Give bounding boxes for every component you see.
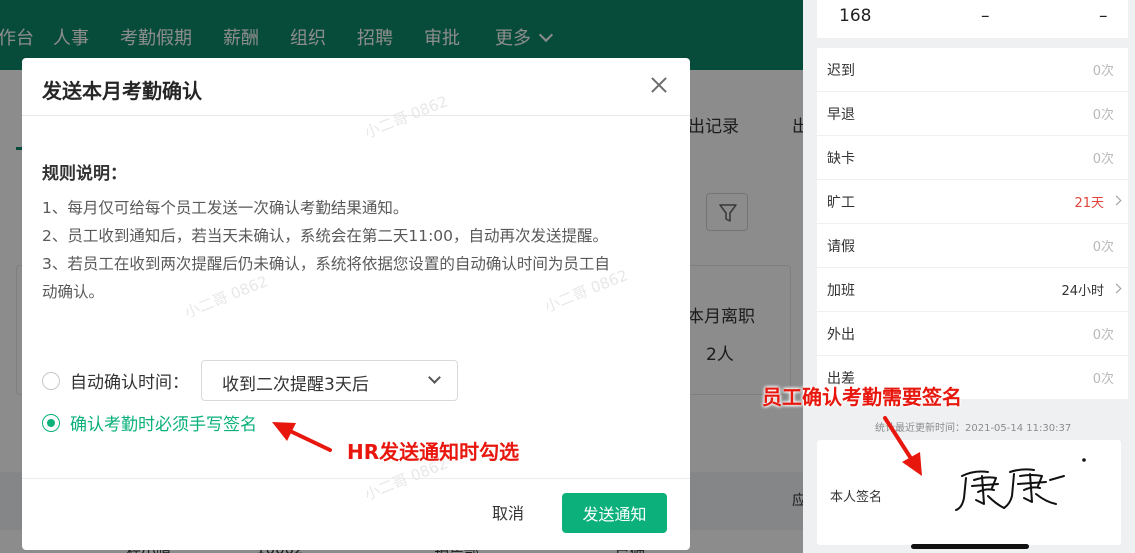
stat-value: – xyxy=(1099,6,1108,26)
rule-text: 1、每月仅可给每个员工发送一次确认考勤结果通知。 xyxy=(42,199,409,217)
list-item-absent[interactable]: 旷工 21天 xyxy=(817,180,1128,224)
auto-confirm-time-value: 收到二次提醒3天后 xyxy=(222,375,369,395)
require-signature-radio[interactable] xyxy=(42,414,60,432)
list-item-missed-punch: 缺卡 0次 xyxy=(817,136,1128,180)
list-item-label: 迟到 xyxy=(827,63,855,79)
close-icon[interactable] xyxy=(646,72,672,98)
chevron-right-icon xyxy=(1111,195,1122,206)
annotation-hr-note: HR发送通知时勾选 xyxy=(347,440,520,464)
mobile-attendance-panel: 168 – – 迟到 0次 早退 0次 缺卡 0次 旷工 21天 请假 0次 加… xyxy=(803,0,1135,553)
list-item-value: 0次 xyxy=(1092,328,1114,343)
auto-confirm-time-select[interactable]: 收到二次提醒3天后 xyxy=(201,360,458,401)
chevron-down-icon xyxy=(428,371,441,384)
list-item-value: 21天 xyxy=(1074,196,1104,211)
auto-confirm-label[interactable]: 自动确认时间： xyxy=(70,368,189,393)
list-item-value: 0次 xyxy=(1092,108,1114,123)
watermark: 小二哥 0862 xyxy=(362,92,451,142)
rule-text: 2、员工收到通知后，若当天未确认，系统会在第二天11:00，自动再次发送提醒。 xyxy=(42,227,609,245)
auto-confirm-radio[interactable] xyxy=(42,372,60,390)
list-item-overtime[interactable]: 加班 24小时 xyxy=(817,268,1128,312)
list-item-late: 迟到 0次 xyxy=(817,48,1128,92)
send-notification-button[interactable]: 发送通知 xyxy=(562,493,667,533)
stats-card: 168 – – xyxy=(817,0,1128,38)
rule-text: 动确认。 xyxy=(42,283,105,301)
stat-value: 168 xyxy=(839,6,872,26)
signature-label: 本人签名 xyxy=(830,490,883,505)
annotation-employee-note: 员工确认考勤需要签名 xyxy=(762,385,962,409)
list-item-value: 0次 xyxy=(1092,152,1114,167)
chevron-right-icon xyxy=(1111,283,1122,294)
list-item-leave: 请假 0次 xyxy=(817,224,1128,268)
dialog-title: 发送本月考勤确认 xyxy=(42,79,202,103)
send-attendance-confirmation-dialog: 小二哥 0862 小二哥 0862 小二哥 0862 小二哥 0862 发送本月… xyxy=(22,58,690,550)
list-item-label: 旷工 xyxy=(827,195,855,211)
last-updated-time: 统计最近更新时间：2021-05-14 11:30:37 xyxy=(875,423,1072,434)
list-item-value: 0次 xyxy=(1092,64,1114,79)
rules-heading: 规则说明： xyxy=(42,164,127,184)
divider xyxy=(22,478,690,479)
list-item-outing: 外出 0次 xyxy=(817,312,1128,356)
handwritten-signature-image xyxy=(955,458,1086,511)
list-item-label: 加班 xyxy=(827,283,855,299)
rule-text: 3、若员工在收到两次提醒后仍未确认，系统将依据您设置的自动确认时间为员工自 xyxy=(42,255,610,273)
list-item-early-leave: 早退 0次 xyxy=(817,92,1128,136)
cancel-button[interactable]: 取消 xyxy=(482,500,534,524)
list-item-value: 0次 xyxy=(1092,372,1114,387)
divider xyxy=(22,115,690,116)
watermark: 小二哥 0862 xyxy=(182,272,271,322)
home-indicator xyxy=(911,544,1029,549)
list-item-label: 外出 xyxy=(827,327,855,343)
list-item-label: 早退 xyxy=(827,107,855,123)
list-item-label: 请假 xyxy=(827,239,855,255)
list-item-value: 0次 xyxy=(1092,240,1114,255)
list-item-label: 缺卡 xyxy=(827,151,855,167)
signature-card[interactable]: 本人签名 xyxy=(817,440,1121,545)
list-item-value: 24小时 xyxy=(1061,284,1104,299)
attendance-summary-list: 迟到 0次 早退 0次 缺卡 0次 旷工 21天 请假 0次 加班 24小时 外… xyxy=(817,48,1128,400)
require-signature-label[interactable]: 确认考勤时必须手写签名 xyxy=(70,410,257,435)
stat-value: – xyxy=(981,6,990,26)
